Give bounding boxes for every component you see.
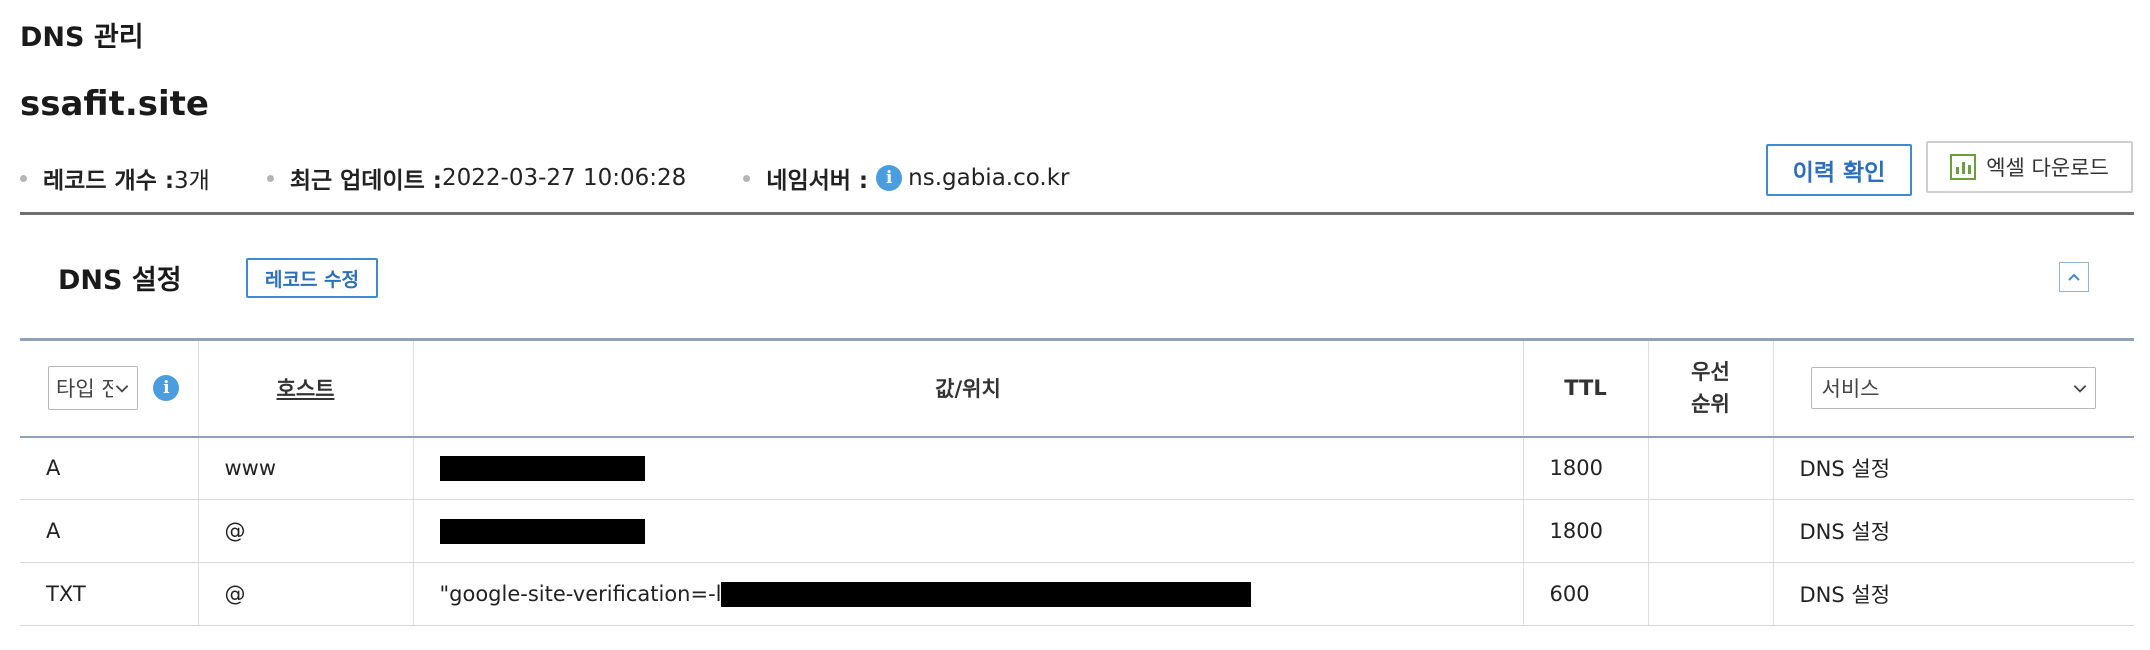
record-type: TXT [20,562,199,626]
bar-chart-icon [1950,154,1977,180]
last-updated-label: 최근 업데이트 : [289,168,442,194]
record-type: A [20,436,199,500]
host-header-label: 호스트 [276,377,335,402]
priority-header-line2: 순위 [1691,392,1730,417]
edit-records-button[interactable]: 레코드 수정 [246,258,378,298]
record-ttl: 1800 [1523,436,1649,500]
record-service: DNS 설정 [1773,436,2134,500]
record-type: A [20,499,199,563]
record-host: @ [198,562,414,626]
record-summary: 레코드 개수 : 3개 최근 업데이트 : 2022-03-27 10:06:2… [20,160,1070,196]
table-row: TXT @ "google-site-verification=-l 600 D… [20,562,2134,626]
excel-download-button[interactable]: 엑셀 다운로드 [1926,141,2133,193]
service-column-header: 서비스 [1773,339,2134,438]
value-column-header: 값/위치 [413,339,1524,438]
record-host: www [198,436,414,500]
record-ttl: 1800 [1523,499,1649,563]
record-value [413,436,1524,500]
redacted-block [439,456,645,481]
chevron-down-icon [2073,385,2086,393]
record-priority [1648,499,1774,563]
type-column-header: 타입 전 i [20,339,199,438]
ttl-column-header: TTL [1523,339,1649,438]
chevron-up-icon [2068,273,2080,281]
nameserver-value: ns.gabia.co.kr [908,165,1070,191]
history-button[interactable]: 이력 확인 [1766,144,1912,196]
last-updated: 최근 업데이트 : 2022-03-27 10:06:28 [266,161,687,195]
bullet-icon [743,174,751,182]
section-title: DNS 설정 [58,265,182,296]
divider [20,212,2134,215]
record-value: "google-site-verification=-l [413,562,1524,626]
record-count-label: 레코드 개수 : [43,168,175,194]
record-service: DNS 설정 [1773,499,2134,563]
record-priority [1648,436,1774,500]
table-header-row: 타입 전 i 호스트 값/위치 TTL 우선 순위 서비스 [20,339,2134,438]
record-count: 레코드 개수 : 3개 [20,161,210,195]
priority-header-line1: 우선 [1691,360,1730,385]
info-icon[interactable]: i [876,165,903,191]
info-icon[interactable]: i [153,375,180,402]
domain-title: ssafit.site [20,84,209,124]
redacted-block [721,581,1252,607]
type-filter-value: 타입 전 [56,377,113,402]
service-filter-value: 서비스 [1821,377,1880,402]
excel-download-label: 엑셀 다운로드 [1986,156,2109,180]
record-host: @ [198,499,414,563]
dns-records-table: 타입 전 i 호스트 값/위치 TTL 우선 순위 서비스 A www [20,338,2134,626]
record-value [413,499,1524,563]
last-updated-value: 2022-03-27 10:06:28 [442,165,687,191]
bullet-icon [20,174,27,182]
record-value-text: "google-site-verification=-l [439,582,722,607]
chevron-down-icon [115,385,129,393]
record-priority [1648,562,1774,626]
redacted-block [439,518,645,544]
table-row: A www 1800 DNS 설정 [20,436,2134,500]
nameserver: 네임서버 : i ns.gabia.co.kr [743,161,1070,195]
record-service: DNS 설정 [1773,562,2134,626]
host-column-header[interactable]: 호스트 [198,339,414,438]
collapse-button[interactable] [2059,262,2089,292]
service-filter-select[interactable]: 서비스 [1810,367,2096,410]
bullet-icon [266,174,274,182]
table-row: A @ 1800 DNS 설정 [20,499,2134,563]
priority-column-header: 우선 순위 [1648,339,1774,438]
record-ttl: 600 [1523,562,1649,626]
record-count-value: 3개 [174,168,210,194]
type-filter-select[interactable]: 타입 전 [48,366,138,411]
nameserver-label: 네임서버 : [766,168,869,194]
page-heading: DNS 관리 [20,22,144,53]
